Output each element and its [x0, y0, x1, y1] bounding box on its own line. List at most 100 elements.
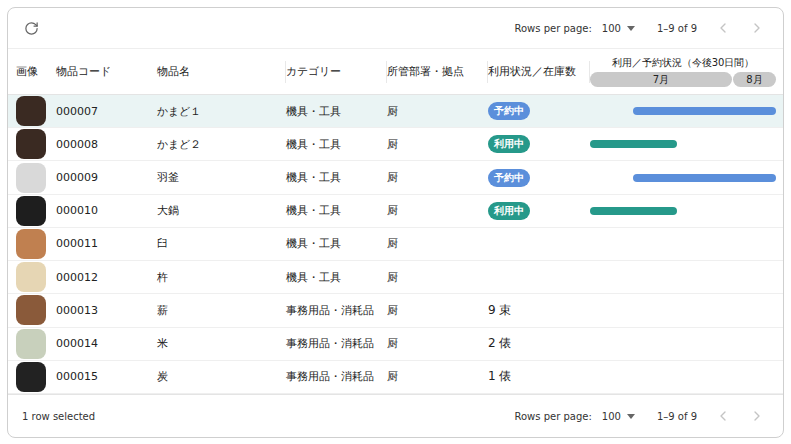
item-status: 予約中: [488, 102, 590, 120]
timeline-bar: [590, 207, 677, 215]
item-code: 000014: [56, 337, 157, 350]
item-name: 臼: [157, 236, 286, 251]
item-code: 000011: [56, 237, 157, 250]
stock-count: 9 束: [488, 303, 511, 317]
timeline-bar: [633, 174, 776, 182]
timeline-bar: [633, 107, 776, 115]
table-row[interactable]: 000010大鍋機具・工具厨利用中: [8, 195, 783, 228]
rows-per-page-select[interactable]: 100: [602, 23, 635, 34]
dropdown-icon: [627, 414, 635, 419]
timeline-track: [590, 294, 776, 326]
item-department: 厨: [387, 303, 488, 318]
timeline-track: [590, 128, 776, 160]
timeline-track: [590, 195, 776, 227]
next-page-button[interactable]: [745, 404, 769, 428]
previous-page-button[interactable]: [711, 16, 735, 40]
item-department: 厨: [387, 104, 488, 119]
item-name: 炭: [157, 369, 286, 384]
item-image: [16, 96, 46, 126]
table-row[interactable]: 000008かまど２機具・工具厨利用中: [8, 128, 783, 161]
stock-count: 2 俵: [488, 336, 511, 350]
table-row[interactable]: 000012杵機具・工具厨: [8, 261, 783, 294]
table-row[interactable]: 000013薪事務用品・消耗品厨9 束: [8, 294, 783, 327]
column-header[interactable]: 物品コード: [56, 61, 157, 83]
timeline-track: [590, 95, 776, 127]
item-status: 予約中: [488, 169, 590, 187]
toolbar: Rows per page:1001–9 of 9: [8, 8, 783, 49]
rows-per-page-label: Rows per page:: [514, 411, 591, 422]
stock-count: 1 俵: [488, 369, 511, 383]
item-status: 9 束: [488, 302, 590, 319]
page-range: 1–9 of 9: [657, 23, 697, 34]
table-row[interactable]: 000015炭事務用品・消耗品厨1 俵: [8, 361, 783, 394]
item-image: [16, 196, 46, 226]
rows-per-page-select[interactable]: 100: [602, 411, 635, 422]
item-department: 厨: [387, 203, 488, 218]
column-header[interactable]: 画像: [16, 61, 56, 83]
status-badge: 予約中: [488, 102, 530, 120]
month-pill: 7月: [590, 72, 732, 87]
status-badge: 利用中: [488, 202, 530, 220]
footer: 1 row selectedRows per page:1001–9 of 9: [8, 394, 783, 437]
header-row: 画像物品コード物品名カテゴリー所管部署・拠点利用状況／在庫数利用／予約状況（今後…: [8, 49, 783, 95]
month-pill: 8月: [733, 72, 776, 87]
table-row[interactable]: 000014米事務用品・消耗品厨2 俵: [8, 328, 783, 361]
item-image: [16, 163, 46, 193]
timeline-title: 利用／予約状況（今後30日間）: [590, 56, 776, 70]
item-code: 000013: [56, 304, 157, 317]
chevron-right-icon: [749, 20, 765, 36]
timeline-track: [590, 161, 776, 193]
item-category: 機具・工具: [286, 236, 387, 251]
timeline-bar: [590, 140, 677, 148]
item-image: [16, 229, 46, 259]
item-category: 機具・工具: [286, 170, 387, 185]
item-category: 事務用品・消耗品: [286, 303, 387, 318]
chevron-left-icon: [715, 20, 731, 36]
item-name: かまど１: [157, 104, 286, 119]
table-row[interactable]: 000009羽釜機具・工具厨予約中: [8, 161, 783, 194]
item-department: 厨: [387, 236, 488, 251]
item-code: 000008: [56, 138, 157, 151]
item-image: [16, 129, 46, 159]
column-header[interactable]: 所管部署・拠点: [387, 61, 488, 83]
column-header[interactable]: 利用状況／在庫数: [488, 61, 590, 83]
refresh-button[interactable]: [20, 17, 43, 40]
item-name: 杵: [157, 270, 286, 285]
page-range: 1–9 of 9: [657, 411, 697, 422]
item-category: 事務用品・消耗品: [286, 369, 387, 384]
item-status: 2 俵: [488, 335, 590, 352]
item-category: 機具・工具: [286, 203, 387, 218]
item-department: 厨: [387, 270, 488, 285]
table-row[interactable]: 000011臼機具・工具厨: [8, 228, 783, 261]
column-header[interactable]: 物品名: [157, 61, 286, 83]
item-code: 000010: [56, 204, 157, 217]
dropdown-icon: [627, 26, 635, 31]
chevron-right-icon: [749, 408, 765, 424]
item-code: 000007: [56, 105, 157, 118]
item-name: かまど２: [157, 137, 286, 152]
data-table: Rows per page: 100 1–9 of 9 画像物品コード物品名カテゴリー…: [7, 7, 784, 438]
item-code: 000009: [56, 171, 157, 184]
table-row[interactable]: 000007かまど１機具・工具厨予約中: [8, 95, 783, 128]
item-category: 機具・工具: [286, 104, 387, 119]
item-department: 厨: [387, 336, 488, 351]
previous-page-button[interactable]: [711, 404, 735, 428]
item-code: 000012: [56, 271, 157, 284]
item-status: 利用中: [488, 202, 590, 220]
item-category: 事務用品・消耗品: [286, 336, 387, 351]
status-badge: 利用中: [488, 135, 530, 153]
item-department: 厨: [387, 137, 488, 152]
timeline-track: [590, 261, 776, 293]
chevron-left-icon: [715, 408, 731, 424]
item-category: 機具・工具: [286, 137, 387, 152]
item-code: 000015: [56, 370, 157, 383]
timeline-header: 利用／予約状況（今後30日間） 7月8月: [590, 56, 776, 87]
status-badge: 予約中: [488, 169, 530, 187]
timeline-track: [590, 328, 776, 360]
column-header[interactable]: カテゴリー: [286, 61, 387, 83]
refresh-icon: [24, 21, 39, 36]
next-page-button[interactable]: [745, 16, 769, 40]
item-status: 利用中: [488, 135, 590, 153]
item-name: 米: [157, 336, 286, 351]
item-department: 厨: [387, 369, 488, 384]
